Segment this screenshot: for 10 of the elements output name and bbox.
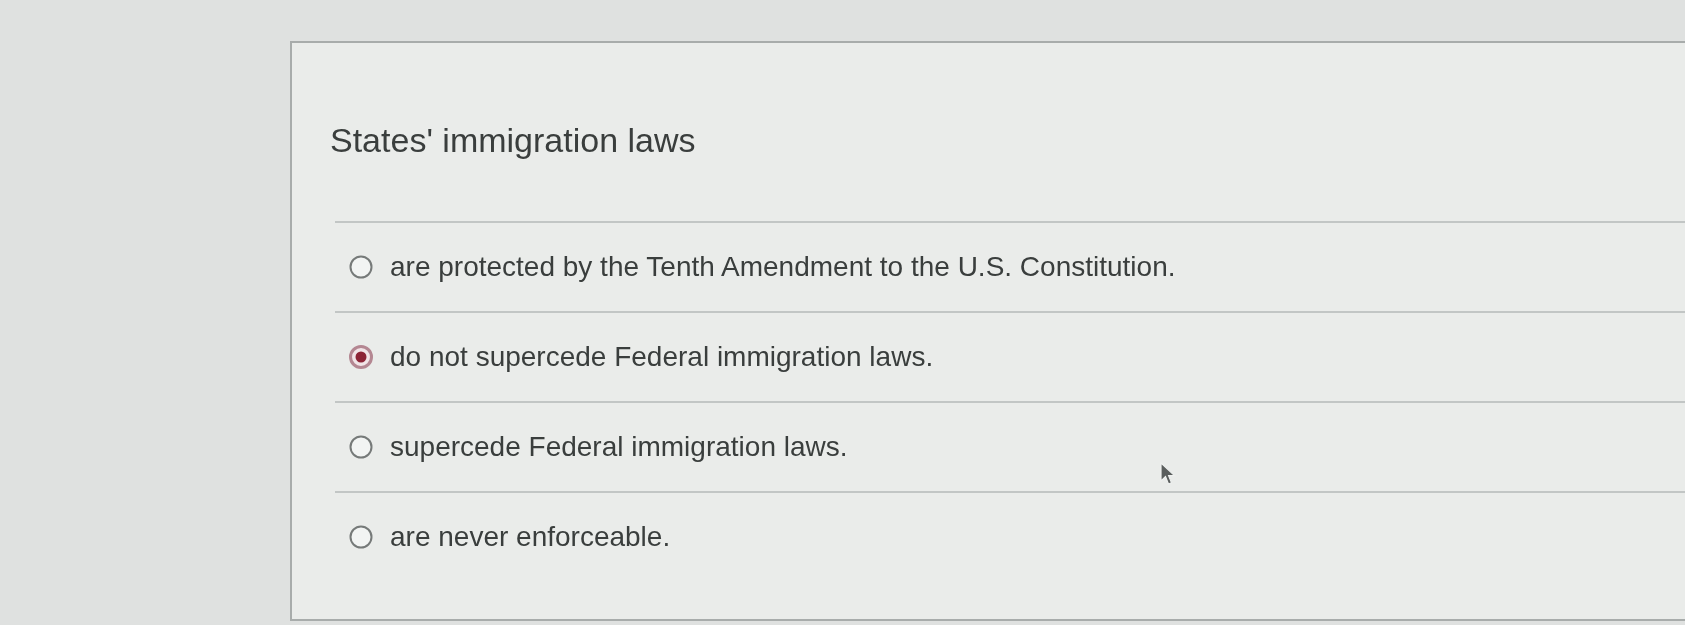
answer-option-text[interactable]: supercede Federal immigration laws. — [390, 430, 848, 464]
cursor-icon — [1160, 462, 1176, 486]
radio-button[interactable] — [349, 525, 373, 549]
radio-button[interactable] — [349, 435, 373, 459]
answer-option-text[interactable]: are protected by the Tenth Amendment to the U.S. Constitution. — [390, 250, 1176, 284]
answer-option-text[interactable]: are never enforceable. — [390, 520, 671, 554]
radio-button[interactable] — [349, 255, 373, 279]
question-text: States' immigration laws — [330, 121, 696, 159]
answer-option-text[interactable]: do not supercede Federal immigration laws. — [390, 340, 934, 374]
radio-button[interactable] — [349, 345, 373, 369]
